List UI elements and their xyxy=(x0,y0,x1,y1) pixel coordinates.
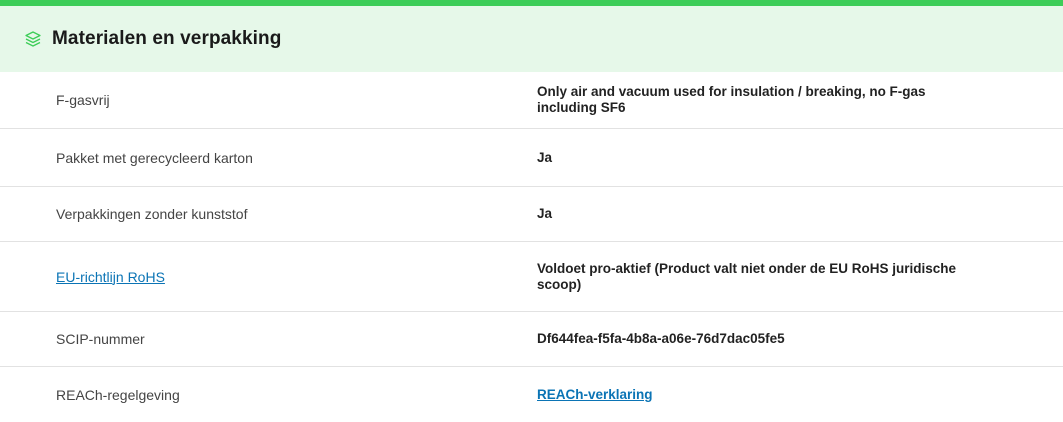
table-row: EU-richtlijn RoHS Voldoet pro-aktief (Pr… xyxy=(0,242,1063,312)
table-row: SCIP-nummer Df644fea-f5fa-4b8a-a06e-76d7… xyxy=(0,312,1063,367)
table-row: Verpakkingen zonder kunststof Ja xyxy=(0,187,1063,242)
section-title: Materialen en verpakking xyxy=(52,28,282,49)
table-row: REACh-regelgeving REACh-verklaring xyxy=(0,367,1063,422)
scip-number-value: Df644fea-f5fa-4b8a-a06e-76d7dac05fe5 xyxy=(537,331,785,346)
attribute-label: F-gasvrij xyxy=(56,92,110,108)
section-header[interactable]: Materialen en verpakking xyxy=(0,6,1063,72)
attribute-value: Ja xyxy=(537,206,553,221)
table-row: Pakket met gerecycleerd karton Ja xyxy=(0,129,1063,187)
table-row: F-gasvrij Only air and vacuum used for i… xyxy=(0,72,1063,129)
attribute-value: Voldoet pro-aktief (Product valt niet on… xyxy=(537,260,957,292)
attribute-label: Verpakkingen zonder kunststof xyxy=(56,206,248,222)
attribute-label: SCIP-nummer xyxy=(56,331,145,347)
layers-icon xyxy=(24,30,42,48)
rohs-directive-link[interactable]: EU-richtlijn RoHS xyxy=(56,269,165,285)
attribute-value: Only air and vacuum used for insulation … xyxy=(537,84,926,115)
attribute-table: F-gasvrij Only air and vacuum used for i… xyxy=(0,72,1063,422)
attribute-label: REACh-regelgeving xyxy=(56,386,180,403)
materials-packaging-panel: Materialen en verpakking F-gasvrij Only … xyxy=(0,0,1063,422)
attribute-label: Pakket met gerecycleerd karton xyxy=(56,149,253,166)
reach-declaration-link[interactable]: REACh-verklaring xyxy=(537,387,967,403)
attribute-value: Ja xyxy=(537,149,553,165)
